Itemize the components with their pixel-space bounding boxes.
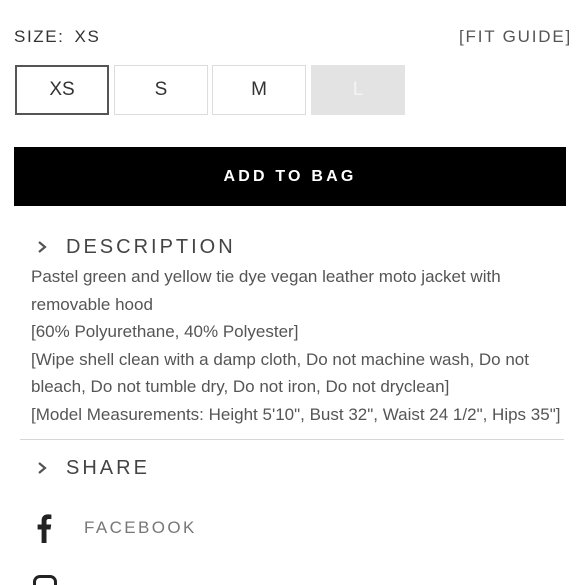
size-label: SIZE: XS <box>14 27 100 47</box>
share-toggle[interactable]: SHARE <box>36 455 150 481</box>
description-line: [Wipe shell clean with a damp cloth, Do … <box>31 349 529 369</box>
description-title: DESCRIPTION <box>66 235 236 258</box>
divider <box>20 439 564 440</box>
instagram-icon[interactable] <box>33 575 57 585</box>
description-line: bleach, Do not tumble dry, Do not iron, … <box>31 377 450 396</box>
chevron-right-icon <box>38 462 47 474</box>
fit-guide-link[interactable]: [FIT GUIDE] <box>459 27 572 47</box>
chevron-right-icon <box>38 241 47 253</box>
description-line: Pastel green and yellow tie dye vegan le… <box>31 267 501 286</box>
description-line: [60% Polyurethane, 40% Polyester] <box>31 322 299 341</box>
size-option-s[interactable]: S <box>114 65 208 115</box>
size-label-text: SIZE: <box>14 27 65 46</box>
description-toggle[interactable]: DESCRIPTION <box>36 234 236 260</box>
size-option-m[interactable]: M <box>212 65 306 115</box>
share-title: SHARE <box>66 456 150 479</box>
size-header: SIZE: XS [FIT GUIDE] <box>14 27 572 49</box>
size-option-xs[interactable]: XS <box>15 65 109 115</box>
description-line: [Model Measurements: Height 5'10", Bust … <box>31 404 561 424</box>
selected-size-value: XS <box>74 27 101 46</box>
facebook-label: FACEBOOK <box>84 518 197 537</box>
facebook-share-link[interactable]: FACEBOOK <box>36 512 197 544</box>
add-to-bag-button[interactable]: ADD TO BAG <box>14 147 566 206</box>
size-option-l: L <box>311 65 405 115</box>
facebook-icon <box>37 514 52 543</box>
description-line: removable hood <box>31 294 153 314</box>
description-text: Pastel green and yellow tie dye vegan le… <box>31 263 571 428</box>
